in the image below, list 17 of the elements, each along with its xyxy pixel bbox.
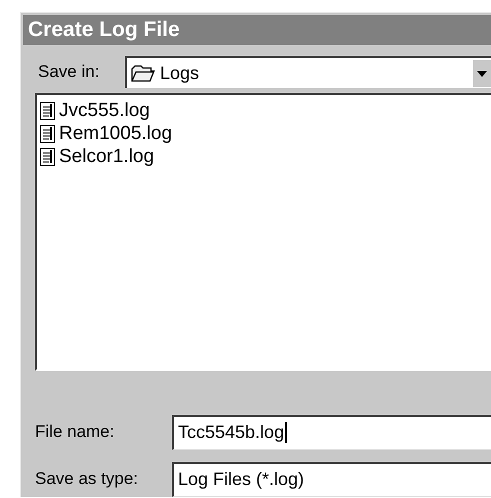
document-icon: [40, 125, 55, 143]
folder-name: Logs: [160, 62, 200, 84]
text-field[interactable]: Tcc5545b.log: [172, 414, 491, 450]
caret-icon: [477, 70, 487, 76]
folder-icon: [131, 64, 155, 82]
dropdown-button[interactable]: [472, 59, 491, 87]
window-title: Create Log File: [23, 15, 491, 45]
file-item[interactable]: Jvc555.log: [40, 101, 491, 121]
document-icon: [40, 148, 55, 166]
document-icon: [40, 102, 55, 120]
field-label: File name:: [35, 422, 116, 442]
folder-dropdown[interactable]: Logs: [125, 56, 491, 88]
text-field[interactable]: Log Files (*.log): [172, 462, 491, 496]
field-label: Save as type:: [35, 469, 140, 489]
file-item[interactable]: Rem1005.log: [40, 124, 491, 144]
file-item[interactable]: Selcor1.log: [40, 147, 491, 167]
save-in-label: Save in:: [38, 62, 100, 82]
